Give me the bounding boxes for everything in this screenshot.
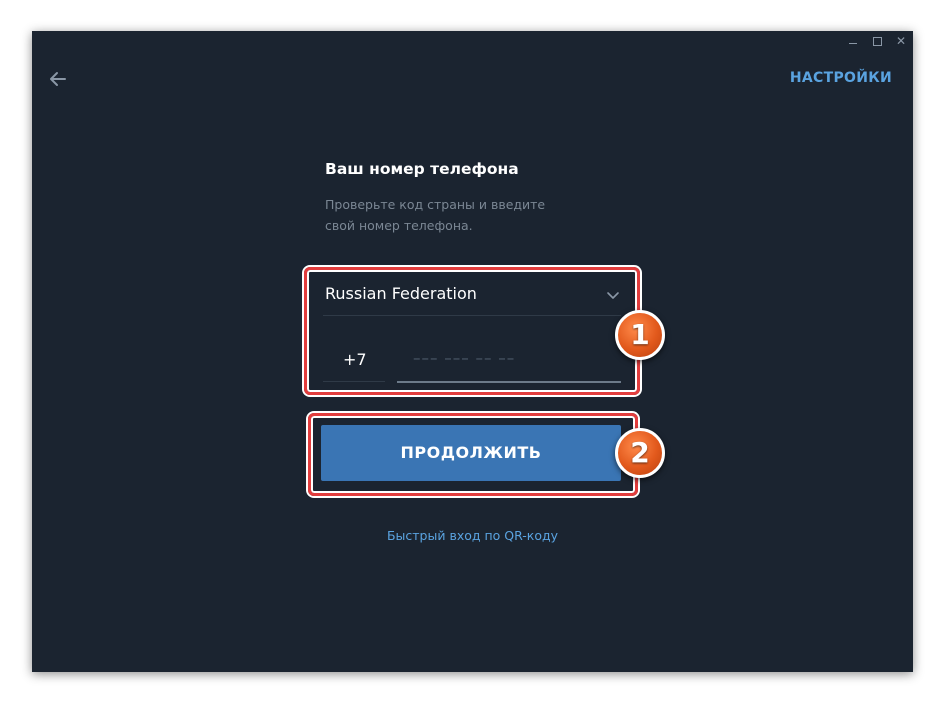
telegram-login-window: ✕ НАСТРОЙКИ Ваш номер телефона Проверьте… [32, 31, 913, 672]
step-badge-2: 2 [615, 428, 665, 478]
close-button[interactable]: ✕ [893, 33, 909, 49]
phone-number-field[interactable] [397, 337, 621, 383]
qr-login-link[interactable]: Быстрый вход по QR-коду [32, 528, 913, 543]
country-code-field[interactable]: +7 [323, 337, 385, 382]
continue-button[interactable]: ПРОДОЛЖИТЬ [321, 425, 621, 481]
page-title: Ваш номер телефона [325, 160, 519, 178]
maximize-button[interactable] [869, 33, 885, 49]
step-badge-1: 1 [615, 310, 665, 360]
title-bar: ✕ [32, 31, 913, 51]
minimize-button[interactable] [845, 33, 861, 49]
country-select-value: Russian Federation [325, 284, 477, 303]
country-code-value: +7 [343, 350, 367, 369]
settings-link[interactable]: НАСТРОЙКИ [790, 70, 892, 86]
chevron-down-icon [605, 287, 621, 303]
back-arrow-icon[interactable] [46, 67, 70, 91]
phone-number-input[interactable] [397, 337, 621, 379]
country-select[interactable]: Russian Federation [323, 275, 621, 316]
page-subtitle: Проверьте код страны и введите свой номе… [325, 197, 546, 233]
